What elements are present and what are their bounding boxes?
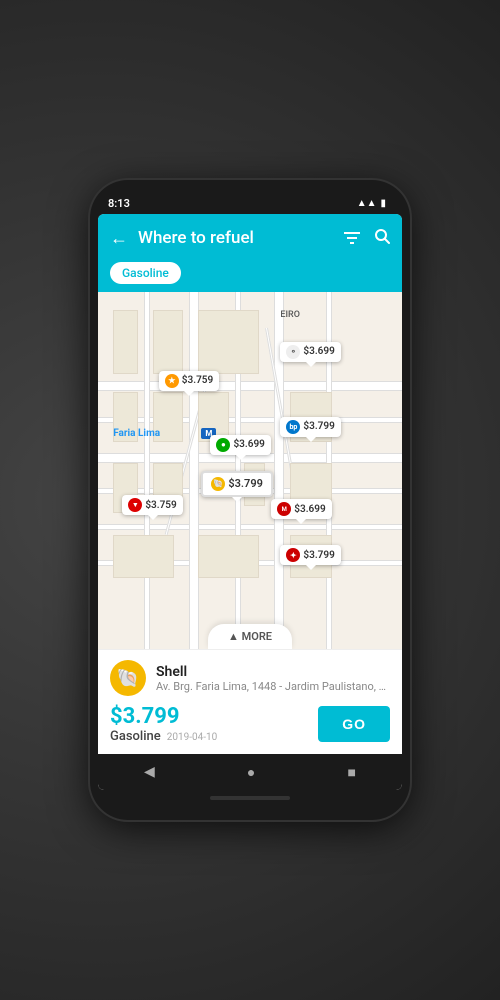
block5	[153, 392, 183, 442]
more-label: ▲ MORE	[228, 630, 272, 643]
nav-bar: ◀ ● ■	[98, 754, 402, 790]
nav-home-button[interactable]: ●	[231, 758, 271, 787]
status-bar: 8:13 ▲▲ ▮	[98, 192, 402, 214]
screen: ← Where to refuel	[98, 214, 402, 790]
station-logo: 🐚	[110, 660, 146, 696]
filter-bar: Gasoline	[98, 262, 402, 292]
pin-price-8: $3.799	[303, 550, 334, 561]
pin-price-7: $3.699	[294, 504, 325, 515]
fuel-type: Gasoline	[110, 729, 161, 744]
block4	[113, 392, 137, 442]
status-time: 8:13	[108, 197, 130, 210]
ipiranga-logo: ★	[165, 374, 179, 388]
nav-recent-button[interactable]: ■	[331, 758, 371, 787]
pin-price-3: $3.699	[233, 439, 264, 450]
block2	[153, 310, 183, 374]
road-v3	[144, 292, 150, 649]
fuel-date: 2019-04-10	[167, 732, 218, 743]
station-details: Shell Av. Brg. Faria Lima, 1448 - Jardim…	[156, 664, 390, 693]
go-button[interactable]: GO	[318, 706, 390, 742]
pin-price-4: $3.799	[303, 421, 334, 432]
signal-icon: ▲▲	[357, 198, 377, 209]
battery-icon: ▮	[380, 198, 386, 209]
pin-price-2: $3.699	[303, 346, 334, 357]
phone-bottom-bar	[210, 796, 290, 800]
mobil-logo: M	[277, 502, 291, 516]
posto-logo-2: ✦	[286, 548, 300, 562]
app-header: ← Where to refuel	[98, 214, 402, 262]
nav-back-button[interactable]: ◀	[128, 758, 171, 786]
price-row: $3.799 Gasoline 2019-04-10 GO	[110, 704, 390, 744]
gasoline-filter-chip[interactable]: Gasoline	[110, 262, 181, 284]
more-button[interactable]: ▲ MORE	[208, 624, 292, 649]
block1	[113, 310, 137, 374]
station-info-row: 🐚 Shell Av. Brg. Faria Lima, 1448 - Jard…	[110, 660, 390, 696]
map-view[interactable]: Faria Lima M EIRO ★ $3.759 ⚬ $3.699 ● $3…	[98, 292, 402, 649]
posto-logo-1: ●	[216, 438, 230, 452]
status-icons: ▲▲ ▮	[357, 198, 386, 209]
price-pin-bp-2[interactable]: bp $3.799	[280, 417, 340, 437]
chevron-logo: ▼	[128, 498, 142, 512]
price-pin-mobil[interactable]: M $3.699	[271, 499, 331, 519]
phone-frame: 8:13 ▲▲ ▮ ← Where to refuel	[90, 180, 410, 820]
bp-logo: ⚬	[286, 345, 300, 359]
pin-price-1: $3.759	[182, 375, 213, 386]
price-pin-ipiranga-1[interactable]: ★ $3.759	[159, 371, 219, 391]
station-card: 🐚 Shell Av. Brg. Faria Lima, 1448 - Jard…	[98, 649, 402, 754]
price-pin-posto-1[interactable]: ● $3.699	[210, 435, 270, 455]
pin-price-6: $3.759	[145, 500, 176, 511]
price-pin-shell-active[interactable]: 🐚 $3.799	[201, 471, 273, 497]
search-icon[interactable]	[374, 228, 390, 248]
header-actions	[344, 228, 390, 248]
shell-logo: 🐚	[211, 477, 225, 491]
big-price: $3.799	[110, 704, 217, 729]
block12	[113, 535, 174, 578]
pin-price-5: $3.799	[228, 477, 263, 490]
filter-icon[interactable]	[344, 229, 360, 248]
price-info: $3.799 Gasoline 2019-04-10	[110, 704, 217, 744]
price-pin-posto-2[interactable]: ✦ $3.799	[280, 545, 340, 565]
back-button[interactable]: ←	[110, 228, 128, 249]
fuel-type-row: Gasoline 2019-04-10	[110, 729, 217, 744]
price-pin-bp-1[interactable]: ⚬ $3.699	[280, 342, 340, 362]
block3	[198, 310, 259, 374]
block13	[198, 535, 259, 578]
shell-icon: 🐚	[117, 668, 139, 689]
page-title: Where to refuel	[138, 228, 344, 248]
bp-logo-2: bp	[286, 420, 300, 434]
price-pin-chevron[interactable]: ▼ $3.759	[122, 495, 182, 515]
station-name: Shell	[156, 664, 390, 680]
station-address: Av. Brg. Faria Lima, 1448 - Jardim Pauli…	[156, 680, 390, 693]
